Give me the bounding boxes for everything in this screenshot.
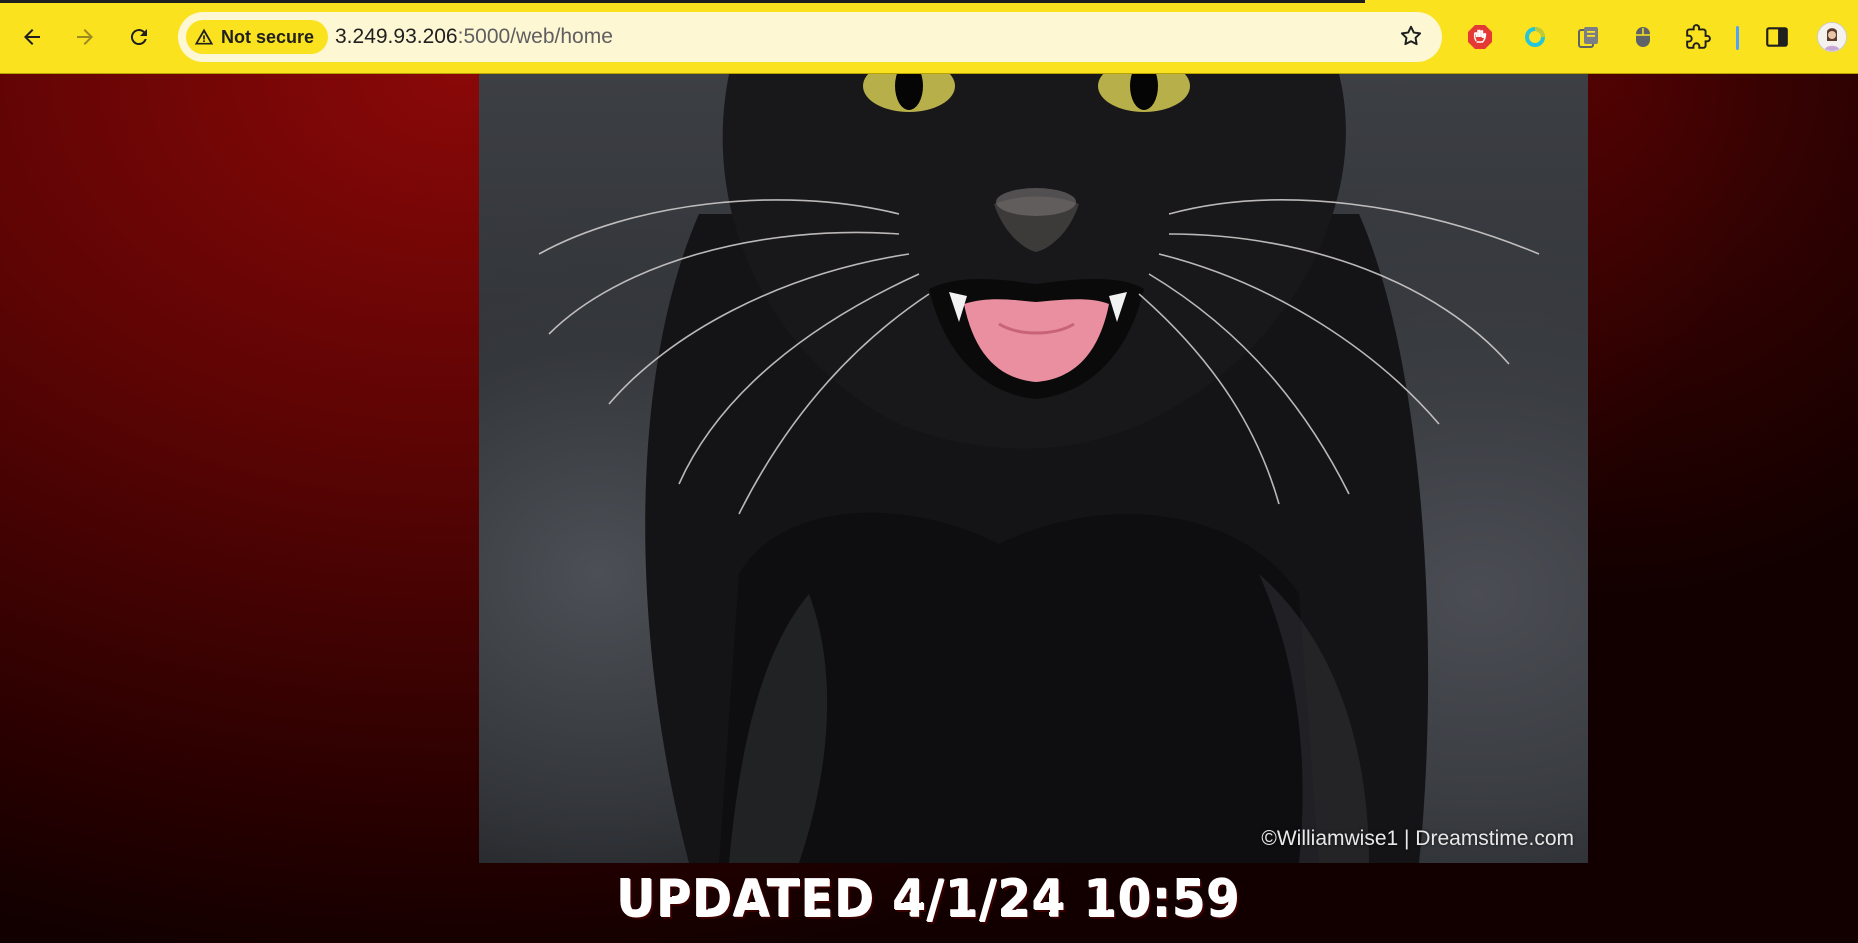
- extensions-menu-button[interactable]: [1681, 20, 1715, 54]
- url-text[interactable]: 3.249.93.206:5000/web/home: [335, 25, 613, 49]
- warning-icon: [194, 28, 214, 45]
- toolbar-separator: [1736, 26, 1739, 50]
- back-button[interactable]: [12, 17, 52, 57]
- mouse-extension-button[interactable]: [1626, 20, 1660, 54]
- reload-button[interactable]: [119, 17, 159, 57]
- security-indicator[interactable]: Not secure: [186, 20, 329, 54]
- copy-extension-icon: [1578, 27, 1598, 48]
- url-host: 3.249.93.206: [335, 25, 458, 48]
- arrow-left-icon: [24, 29, 40, 45]
- security-label: Not secure: [221, 26, 315, 47]
- forward-button[interactable]: [65, 17, 105, 57]
- side-panel-button[interactable]: [1760, 20, 1794, 54]
- profile-avatar[interactable]: [1817, 22, 1847, 52]
- star-icon: [1400, 25, 1422, 46]
- adblock-extension-icon: [1468, 25, 1492, 49]
- ring-extension-button[interactable]: [1518, 20, 1552, 54]
- profile-avatar-icon: [1818, 23, 1846, 51]
- tab-strip-edge: [0, 0, 1365, 3]
- arrow-right-icon: [77, 29, 93, 45]
- browser-toolbar: Not secure 3.249.93.206:5000/web/home: [0, 0, 1858, 74]
- ring-extension-icon: [1525, 27, 1545, 47]
- puzzle-extensions-icon: [1686, 24, 1711, 49]
- cat-illustration: [538, 74, 1540, 863]
- reload-icon: [130, 29, 147, 46]
- black-cat-hissing-photo: ©Williamwise1 | Dreamstime.com: [479, 74, 1588, 863]
- bookmark-star-button[interactable]: [1398, 23, 1424, 54]
- adblock-extension-button[interactable]: [1463, 20, 1497, 54]
- side-panel-icon: [1766, 27, 1788, 47]
- mouse-extension-icon: [1636, 27, 1650, 47]
- copy-extension-button[interactable]: [1572, 20, 1606, 54]
- photo-credit: ©Williamwise1 | Dreamstime.com: [1261, 827, 1574, 850]
- page-background: ©Williamwise1 | Dreamstime.com UPDATED 4…: [0, 74, 1858, 943]
- updated-caption: UPDATED 4/1/24 10:59: [616, 870, 1242, 930]
- address-bar[interactable]: Not secure 3.249.93.206:5000/web/home: [178, 12, 1442, 62]
- url-path: :5000/web/home: [457, 25, 613, 48]
